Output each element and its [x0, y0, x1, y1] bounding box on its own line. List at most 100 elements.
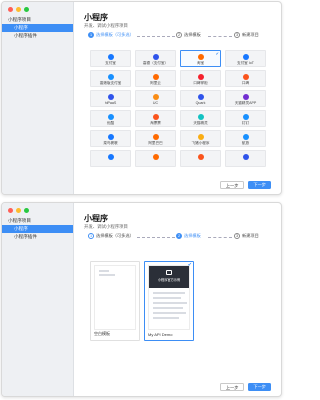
stepper: 1 选择模板（可多选） 2 选择模板 3 新建项目: [84, 233, 271, 242]
preview-line: [153, 312, 186, 314]
maximize-window-button[interactable]: [24, 208, 29, 213]
next-button[interactable]: 下一步: [248, 181, 271, 189]
sidebar-item-miniapp-plugin[interactable]: 小程序插件: [2, 233, 73, 241]
client-card[interactable]: 淘票票: [135, 110, 176, 127]
client-logo-icon: [197, 94, 204, 100]
window-controls: [8, 7, 29, 12]
close-window-button[interactable]: [8, 7, 13, 12]
client-card[interactable]: 阿里云: [135, 70, 176, 87]
client-logo-icon: [197, 114, 204, 120]
prev-button[interactable]: 上一步: [219, 383, 245, 391]
client-logo-icon: [242, 154, 249, 160]
maximize-window-button[interactable]: [24, 7, 29, 12]
client-card[interactable]: 菜鸟裹裹: [90, 130, 131, 147]
client-logo-icon: [197, 74, 204, 80]
step-label: 新建项目: [242, 32, 259, 37]
client-logo-icon: [107, 134, 114, 140]
client-logo-icon: [242, 114, 249, 120]
sidebar-item-miniapp-project[interactable]: 小程序项目: [2, 16, 73, 24]
template-preview: [94, 265, 136, 330]
minimize-window-button[interactable]: [16, 208, 21, 213]
step-2: 2 选择模板: [176, 233, 201, 239]
client-card[interactable]: 支付宝 IoT: [225, 50, 266, 67]
client-name: 口碑掌柜: [193, 81, 208, 85]
client-card[interactable]: 优酷: [90, 110, 131, 127]
page-title: 小程序: [84, 13, 108, 22]
client-card[interactable]: 飞猪小程序: [180, 130, 221, 147]
client-name: 口碑: [241, 81, 250, 85]
step-label: 选择模板（可多选）: [96, 233, 134, 238]
page-title: 小程序: [84, 214, 108, 223]
step-3: 3 新建项目: [234, 233, 259, 239]
client-card[interactable]: [90, 150, 131, 167]
next-button[interactable]: 下一步: [248, 383, 271, 391]
step-label: 选择模板（可多选）: [96, 32, 134, 37]
client-name: 阿里巴巴: [148, 141, 163, 145]
window-step-2: 小程序项目 小程序 小程序插件 小程序 开发、调试小程序项目 1 选择模板（可多…: [1, 202, 282, 397]
page-subtitle: 开发、调试小程序项目: [84, 224, 128, 229]
prev-button[interactable]: 上一步: [219, 181, 245, 189]
step-2: 2 选择模板: [176, 32, 201, 38]
client-card[interactable]: UC: [135, 90, 176, 107]
client-card[interactable]: 口碑掌柜: [180, 70, 221, 87]
client-card[interactable]: hiPaaS: [90, 90, 131, 107]
step-label: 选择模板: [184, 233, 201, 238]
sidebar-nav: 小程序项目 小程序 小程序插件: [2, 16, 73, 40]
sidebar-item-miniapp[interactable]: 小程序: [2, 24, 73, 32]
client-card[interactable]: 支付宝: [90, 50, 131, 67]
step-1: 1 选择模板（可多选）: [88, 32, 134, 38]
client-logo-icon: [242, 54, 249, 60]
window-step-1: 小程序项目 小程序 小程序插件 小程序 开发、调试小程序项目 1 选择模板（可多…: [1, 1, 282, 195]
template-card-api-demo[interactable]: 小程序官方示例 ✔ My API Demo: [144, 261, 194, 341]
client-card[interactable]: 阿里巴巴: [135, 130, 176, 147]
template-card-blank[interactable]: 空白模板: [90, 261, 140, 341]
client-logo-icon: [152, 154, 159, 160]
miniapp-logo-icon: [166, 270, 172, 275]
client-grid: 支付宝 高德（支付宝） 淘宝 ✔ 支付宝 IoT 香港版支付宝 阿里云 口碑掌柜 口碑 hiPaa…: [90, 50, 266, 167]
preview-line: [153, 317, 179, 319]
client-name: 钉钉: [241, 121, 250, 125]
client-logo-icon: [107, 94, 114, 100]
preview-title: 小程序官方示例: [157, 278, 181, 282]
selected-check-icon: ✔: [215, 50, 219, 56]
preview-line: [153, 302, 187, 304]
client-card[interactable]: 航旅: [225, 130, 266, 147]
step-number: 2: [176, 32, 182, 38]
minimize-window-button[interactable]: [16, 7, 21, 12]
client-card[interactable]: [180, 150, 221, 167]
client-card[interactable]: 高德（支付宝）: [135, 50, 176, 67]
step-number: 1: [88, 233, 94, 239]
step-connector: [137, 237, 175, 238]
step-1: 1 选择模板（可多选）: [88, 233, 134, 239]
step-number: 2: [176, 233, 182, 239]
client-name: 香港版支付宝: [99, 81, 122, 85]
client-logo-icon: [107, 54, 114, 60]
client-card[interactable]: Quark: [180, 90, 221, 107]
client-name: 高德（支付宝）: [142, 61, 169, 65]
template-scroll-area[interactable]: 支付宝 高德（支付宝） 淘宝 ✔ 支付宝 IoT 香港版支付宝 阿里云 口碑掌柜 口碑 hiPaa…: [74, 50, 281, 185]
sidebar-item-miniapp[interactable]: 小程序: [2, 225, 73, 233]
client-card[interactable]: [135, 150, 176, 167]
step-connector: [208, 36, 232, 37]
preview-line: [99, 274, 115, 276]
close-window-button[interactable]: [8, 208, 13, 213]
client-card[interactable]: 口碑: [225, 70, 266, 87]
client-card[interactable]: 天猫精灵: [180, 110, 221, 127]
client-logo-icon: [242, 134, 249, 140]
client-name: 淘票票: [150, 121, 161, 125]
client-card[interactable]: [225, 150, 266, 167]
client-logo-icon: [107, 154, 114, 160]
client-card[interactable]: 淘宝 ✔: [180, 50, 221, 67]
sidebar-item-miniapp-plugin[interactable]: 小程序插件: [2, 32, 73, 40]
sidebar-item-miniapp-project[interactable]: 小程序项目: [2, 217, 73, 225]
client-logo-icon: [197, 154, 204, 160]
client-name: 菜鸟裹裹: [103, 141, 118, 145]
client-card[interactable]: 钉钉: [225, 110, 266, 127]
sidebar: 小程序项目 小程序 小程序插件: [2, 2, 74, 194]
client-logo-icon: [152, 54, 159, 60]
window-controls: [8, 208, 29, 213]
client-card[interactable]: 天猫精灵APP: [225, 90, 266, 107]
client-name: 飞猪小程序: [191, 141, 210, 145]
client-card[interactable]: 香港版支付宝: [90, 70, 131, 87]
client-name: 天猫精灵: [193, 121, 208, 125]
